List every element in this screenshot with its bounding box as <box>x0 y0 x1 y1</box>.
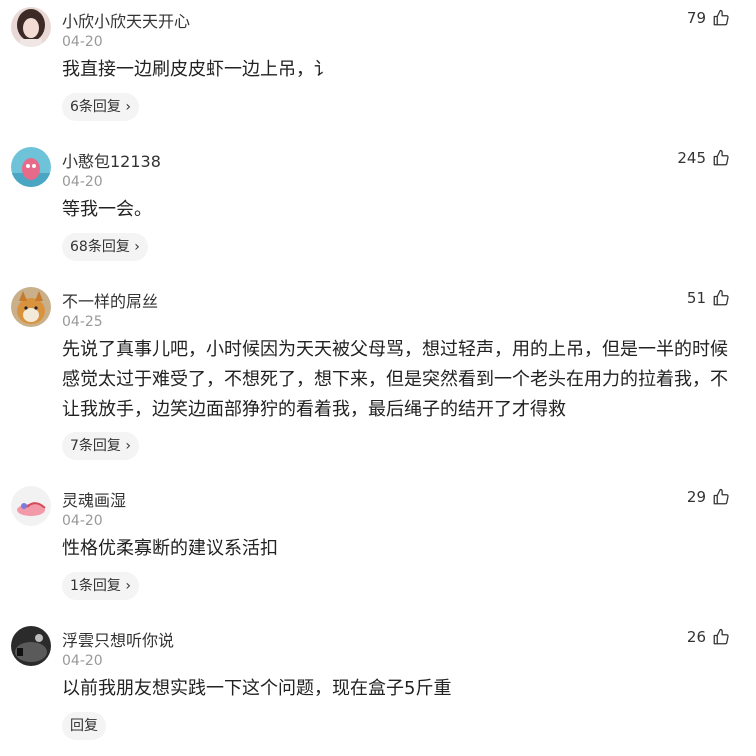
reply-label: 回复 <box>70 718 98 734</box>
view-replies-button[interactable]: 6条回复 › <box>62 93 139 121</box>
avatar[interactable] <box>11 7 51 47</box>
username[interactable]: 灵魂画湿 <box>62 487 126 511</box>
reply-count-label: 6条回复 <box>70 99 121 115</box>
chevron-right-icon: › <box>120 99 131 115</box>
thumbs-up-icon[interactable] <box>712 9 730 27</box>
avatar[interactable] <box>11 287 51 327</box>
like-button[interactable]: 26 <box>687 628 730 646</box>
like-count: 245 <box>677 149 706 167</box>
avatar[interactable] <box>11 626 51 666</box>
like-button[interactable]: 29 <box>687 488 730 506</box>
view-replies-button[interactable]: 1条回复 › <box>62 572 139 600</box>
comment-date: 04-25 <box>62 314 103 330</box>
like-count: 26 <box>686 628 706 646</box>
like-button[interactable]: 245 <box>677 149 730 167</box>
reply-button[interactable]: 回复 <box>62 712 106 740</box>
avatar[interactable] <box>11 147 51 187</box>
comment-date: 04-20 <box>62 513 103 529</box>
comment-text: 我直接一边刷皮皮虾一边上吊，讠 <box>62 59 332 80</box>
comment-date: 04-20 <box>62 34 103 50</box>
comment-date: 04-20 <box>62 653 103 669</box>
username[interactable]: 浮雲只想听你说 <box>62 627 174 651</box>
like-count: 51 <box>686 289 706 307</box>
like-button[interactable]: 51 <box>687 289 730 307</box>
chevron-right-icon: › <box>129 239 140 255</box>
view-replies-button[interactable]: 68条回复 › <box>62 233 148 261</box>
like-button[interactable]: 79 <box>687 9 730 27</box>
avatar[interactable] <box>11 486 51 526</box>
comment-text: 以前我朋友想实践一下这个问题，现在盒子5斤重 <box>62 678 452 699</box>
like-count: 79 <box>686 9 706 27</box>
reply-count-label: 7条回复 <box>70 438 121 454</box>
like-count: 29 <box>686 488 706 506</box>
username[interactable]: 小欣小欣天天开心 <box>62 8 190 32</box>
chevron-right-icon: › <box>120 578 131 594</box>
thumbs-up-icon[interactable] <box>712 488 730 506</box>
comment-text: 先说了真事儿吧，小时候因为天天被父母骂，想过轻声，用的上吊，但是一半的时候感觉太… <box>62 339 728 420</box>
username[interactable]: 不一样的屌丝 <box>62 288 158 312</box>
reply-count-label: 1条回复 <box>70 578 121 594</box>
comment-date: 04-20 <box>62 174 103 190</box>
reply-count-label: 68条回复 <box>70 239 130 255</box>
username[interactable]: 小憨包12138 <box>62 148 161 172</box>
comment-text: 性格优柔寡断的建议系活扣 <box>62 538 278 559</box>
thumbs-up-icon[interactable] <box>712 289 730 307</box>
thumbs-up-icon[interactable] <box>712 628 730 646</box>
thumbs-up-icon[interactable] <box>712 149 730 167</box>
comment-text: 等我一会。 <box>62 199 152 220</box>
view-replies-button[interactable]: 7条回复 › <box>62 432 139 460</box>
chevron-right-icon: › <box>120 438 131 454</box>
